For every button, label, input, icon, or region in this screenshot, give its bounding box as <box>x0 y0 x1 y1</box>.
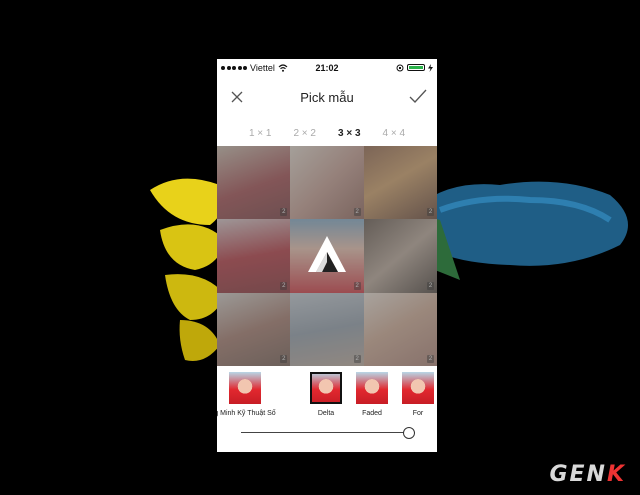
filter-thumbnail <box>229 372 261 404</box>
photo-count-badge: 2 <box>280 208 288 217</box>
photo-cell[interactable]: 2 <box>217 146 291 220</box>
photo-count-badge: 2 <box>427 208 434 217</box>
page-title: Pick mẫu <box>300 89 354 105</box>
photo-count-badge: 2 <box>353 281 361 290</box>
tab-grid-3[interactable]: 3 × 3 <box>338 128 361 139</box>
photo-count-badge: 2 <box>427 355 434 363</box>
photo-count-badge: 2 <box>353 355 361 363</box>
filter-option-delta[interactable]: Delta <box>303 372 349 417</box>
filter-strip: g Minh Kỹ Thuật Số Delta Faded For <box>217 366 437 426</box>
filter-option-for[interactable]: For <box>395 372 437 417</box>
filter-thumbnail <box>402 372 434 404</box>
photo-count-badge: 2 <box>353 208 361 217</box>
grid-size-tabs: 1 × 1 2 × 2 3 × 3 4 × 4 <box>217 118 437 148</box>
filter-option-faded[interactable]: Faded <box>349 372 395 417</box>
photo-count-badge: 2 <box>280 355 288 363</box>
battery-icon <box>407 64 425 71</box>
photo-cell[interactable]: 2 <box>290 292 364 366</box>
filter-label: Delta <box>317 410 335 417</box>
close-icon[interactable] <box>229 89 245 105</box>
navigation-bar: Pick mẫu <box>217 76 437 118</box>
filter-thumbnail <box>310 372 342 404</box>
filter-option-g-minh-k-thu-t-s[interactable]: g Minh Kỹ Thuật Số <box>217 372 291 417</box>
slider-track <box>241 432 409 433</box>
photo-cell[interactable]: 2 <box>290 146 364 220</box>
photo-cell[interactable]: 2 <box>363 219 437 293</box>
filter-intensity-slider[interactable] <box>241 427 415 439</box>
slider-knob[interactable] <box>403 427 415 439</box>
tab-grid-2[interactable]: 2 × 2 <box>293 128 316 139</box>
filter-label: g Minh Kỹ Thuật Số <box>217 410 276 417</box>
app-logo-icon <box>308 236 346 272</box>
photo-cell[interactable]: 2 <box>363 292 437 366</box>
photo-count-badge: 2 <box>427 281 434 290</box>
filter-label: Faded <box>362 410 382 417</box>
filter-thumbnail <box>356 372 388 404</box>
phone-screen: Viettel 21:02 Pick mẫu 1 × 1 2 × 2 3 × 3… <box>217 59 437 452</box>
genk-watermark: GENK <box>549 462 626 487</box>
wifi-icon <box>278 63 288 72</box>
carrier-label: Viettel <box>250 62 275 73</box>
orientation-lock-icon <box>396 64 404 71</box>
signal-icon <box>221 65 247 70</box>
photo-cell[interactable]: 2 <box>217 292 291 366</box>
tab-grid-1[interactable]: 1 × 1 <box>249 128 272 139</box>
photo-cell[interactable]: 2 <box>363 146 437 220</box>
photo-count-badge: 2 <box>280 281 288 290</box>
clock: 21:02 <box>315 62 339 73</box>
checkmark-icon[interactable] <box>409 88 427 104</box>
tab-grid-4[interactable]: 4 × 4 <box>383 128 406 139</box>
blue-cloth-decoration <box>420 181 628 280</box>
status-bar: Viettel 21:02 <box>217 59 437 76</box>
photo-cell[interactable]: 2 <box>217 219 291 293</box>
charging-icon <box>428 63 433 72</box>
filter-label: For <box>412 410 424 417</box>
